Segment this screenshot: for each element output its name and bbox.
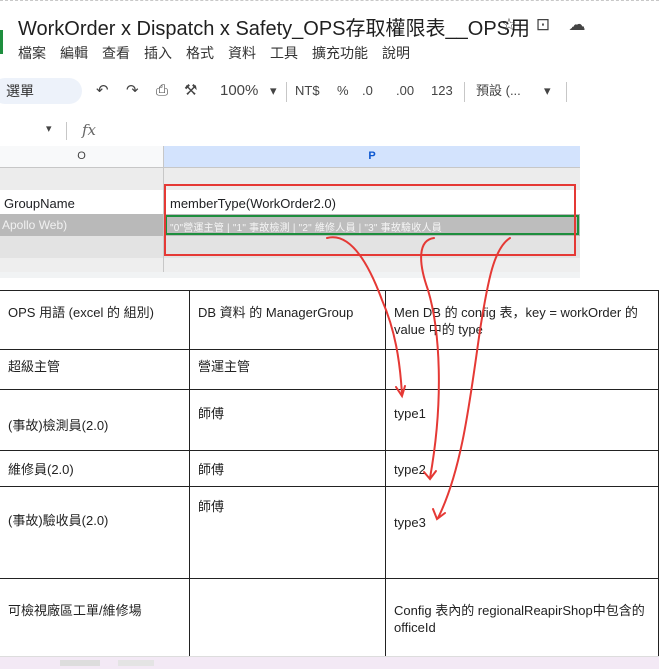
sheet-tab[interactable] — [60, 660, 100, 666]
annotation-arrows — [326, 236, 511, 521]
arrow-type2 — [420, 237, 440, 479]
sheet-tab-strip — [0, 656, 659, 669]
sheet-tab[interactable] — [118, 660, 154, 666]
arrow-type3 — [437, 237, 511, 519]
arrow-type1-head — [395, 385, 406, 399]
arrow-type1 — [326, 236, 403, 396]
